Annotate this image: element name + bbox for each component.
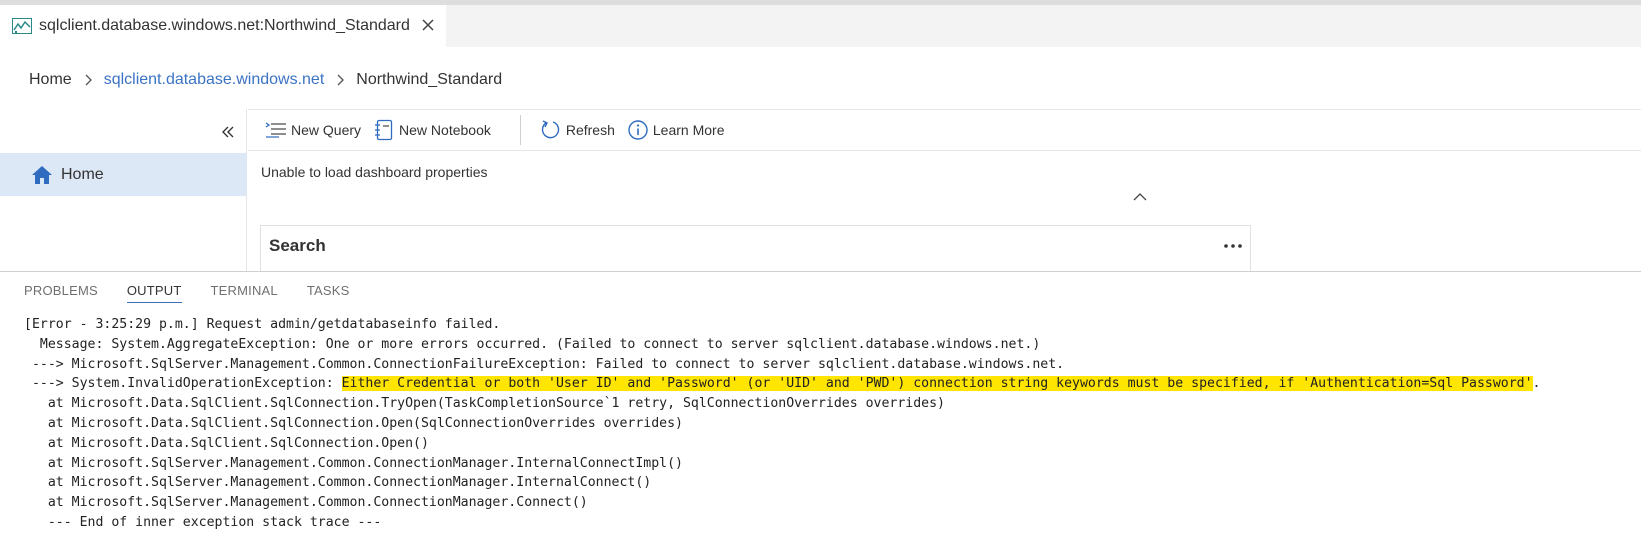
new-query-icon (265, 119, 287, 141)
double-chevron-left-icon[interactable] (218, 122, 238, 142)
tab-problems[interactable]: PROBLEMS (24, 283, 98, 303)
highlighted-error-text: Either Credential or both 'User ID' and … (341, 376, 1533, 392)
breadcrumb-server[interactable]: sqlclient.database.windows.net (104, 71, 325, 89)
log-line: Message: System.AggregateException: One … (24, 336, 1041, 352)
editor-tab-bar: sqlclient.database.windows.net:Northwind… (0, 5, 1641, 47)
tab-terminal[interactable]: TERMINAL (211, 283, 278, 303)
new-notebook-label: New Notebook (399, 122, 491, 138)
log-line: ---> Microsoft.SqlServer.Management.Comm… (24, 356, 1065, 372)
output-log[interactable]: [Error - 3:25:29 p.m.] Request admin/get… (24, 315, 1540, 533)
refresh-label: Refresh (565, 122, 615, 138)
new-query-button[interactable]: New Query (265, 115, 361, 145)
log-line: ---> System.InvalidOperationException: E… (24, 374, 1540, 394)
new-query-label: New Query (291, 122, 362, 138)
breadcrumb-home[interactable]: Home (29, 71, 72, 89)
log-line: [Error - 3:25:29 p.m.] Request admin/get… (24, 317, 501, 332)
learn-more-button[interactable]: Learn More (627, 115, 725, 145)
log-line: at Microsoft.Data.SqlClient.SqlConnectio… (24, 396, 945, 412)
refresh-icon (540, 119, 562, 141)
panel-tabs: PROBLEMS OUTPUT TERMINAL TASKS (24, 283, 379, 303)
search-widget: Search (260, 225, 1251, 272)
sidebar-item-label: Home (61, 165, 104, 183)
dashboard-icon (12, 18, 32, 34)
bottom-panel: PROBLEMS OUTPUT TERMINAL TASKS [Error - … (0, 271, 1641, 536)
dashboard-toolbar: New Query New Notebook Refresh Learn Mor… (248, 109, 1641, 151)
breadcrumb-database: Northwind_Standard (356, 71, 503, 88)
chevron-right-icon (76, 68, 100, 92)
tab-title: sqlclient.database.windows.net:Northwind… (39, 17, 410, 34)
learn-more-label: Learn More (652, 122, 725, 138)
new-notebook-button[interactable]: New Notebook (373, 115, 491, 145)
breadcrumb: Home sqlclient.database.windows.net Nort… (29, 68, 502, 92)
search-widget-title: Search (269, 236, 326, 255)
log-line: --- End of inner exception stack trace -… (24, 514, 382, 530)
log-line: at Microsoft.SqlServer.Management.Common… (24, 455, 683, 471)
dashboard-sidebar: Home (0, 109, 247, 272)
home-icon (31, 164, 53, 186)
chevron-up-icon[interactable] (1133, 190, 1147, 202)
tab-output[interactable]: OUTPUT (126, 283, 182, 303)
refresh-button[interactable]: Refresh (540, 115, 615, 145)
editor-tab[interactable]: sqlclient.database.windows.net:Northwind… (0, 5, 446, 47)
toolbar-divider (519, 115, 521, 145)
chevron-right-icon (328, 68, 352, 92)
log-line: at Microsoft.Data.SqlClient.SqlConnectio… (24, 415, 683, 431)
dashboard-error-message: Unable to load dashboard properties (261, 164, 488, 180)
more-actions-icon[interactable] (1222, 238, 1244, 254)
tab-tasks[interactable]: TASKS (307, 283, 350, 303)
close-icon[interactable] (419, 16, 437, 34)
log-line: at Microsoft.SqlServer.Management.Common… (24, 475, 652, 491)
log-line-suffix: . (1532, 376, 1541, 392)
sidebar-item-home[interactable]: Home (0, 153, 247, 196)
log-line: at Microsoft.Data.SqlClient.SqlConnectio… (24, 435, 429, 451)
log-line-prefix: ---> System.InvalidOperationException: (24, 376, 342, 392)
notebook-icon (373, 119, 395, 141)
log-line: at Microsoft.SqlServer.Management.Common… (24, 495, 588, 511)
info-icon (627, 119, 649, 141)
